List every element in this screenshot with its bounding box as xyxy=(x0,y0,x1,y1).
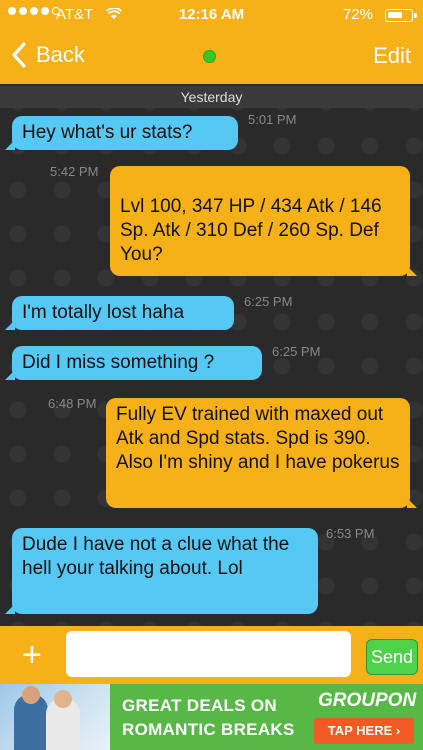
message-text: Dude I have not a clue what the hell you… xyxy=(22,534,290,579)
battery-fill xyxy=(388,12,402,18)
ad-tap-here-button[interactable]: TAP HERE › xyxy=(314,718,414,744)
day-separator: Yesterday xyxy=(0,86,423,108)
message-text: Lvl 100, 347 HP / 434 Atk / 146 Sp. Atk … xyxy=(120,196,382,265)
back-label: Back xyxy=(36,42,85,67)
plus-icon[interactable]: + xyxy=(22,638,42,672)
chevron-left-icon xyxy=(12,42,26,68)
message-timestamp: 6:53 PM xyxy=(326,526,375,541)
battery-icon xyxy=(385,9,417,22)
message-bubble-incoming[interactable]: Hey what's ur stats? xyxy=(5,116,238,150)
ad-photo xyxy=(0,684,110,750)
message-timestamp: 6:48 PM xyxy=(48,396,97,411)
status-bar: AT&T 12:16 AM 72% xyxy=(0,0,423,32)
message-text: I'm totally lost haha xyxy=(22,302,185,323)
navigation-bar: Back Edit xyxy=(0,32,423,84)
chat-thread[interactable]: Yesterday Hey what's ur stats? 5:01 PM 5… xyxy=(0,84,423,626)
message-timestamp: 6:25 PM xyxy=(244,294,293,309)
message-text: Fully EV trained with maxed out Atk and … xyxy=(116,404,400,473)
ad-headline: GREAT DEALS ON ROMANTIC BREAKS xyxy=(122,696,295,739)
ad-banner[interactable]: GREAT DEALS ON ROMANTIC BREAKS GROUPON T… xyxy=(0,684,423,750)
message-timestamp: 5:42 PM xyxy=(50,164,99,179)
message-text: Did I miss something ? xyxy=(22,352,215,373)
back-button[interactable]: Back xyxy=(10,42,85,68)
message-composer: + Send xyxy=(0,626,423,684)
message-bubble-incoming[interactable]: Did I miss something ? xyxy=(5,346,262,380)
edit-button[interactable]: Edit xyxy=(373,43,411,69)
message-bubble-incoming[interactable]: Dude I have not a clue what the hell you… xyxy=(5,528,318,614)
groupon-logo: GROUPON xyxy=(318,690,417,711)
message-timestamp: 5:01 PM xyxy=(248,112,297,127)
battery-percent: 72% xyxy=(342,6,373,23)
message-bubble-outgoing[interactable]: Lvl 100, 347 HP / 434 Atk / 146 Sp. Atk … xyxy=(110,166,417,276)
send-button[interactable]: Send xyxy=(366,639,418,675)
online-status-dot xyxy=(203,50,216,63)
message-bubble-outgoing[interactable]: Fully EV trained with maxed out Atk and … xyxy=(106,398,417,508)
message-bubble-incoming[interactable]: I'm totally lost haha xyxy=(5,296,234,330)
message-text: Hey what's ur stats? xyxy=(22,122,193,143)
message-input[interactable] xyxy=(66,631,351,677)
message-timestamp: 6:25 PM xyxy=(272,344,321,359)
top-bar: AT&T 12:16 AM 72% Back Edit xyxy=(0,0,423,84)
